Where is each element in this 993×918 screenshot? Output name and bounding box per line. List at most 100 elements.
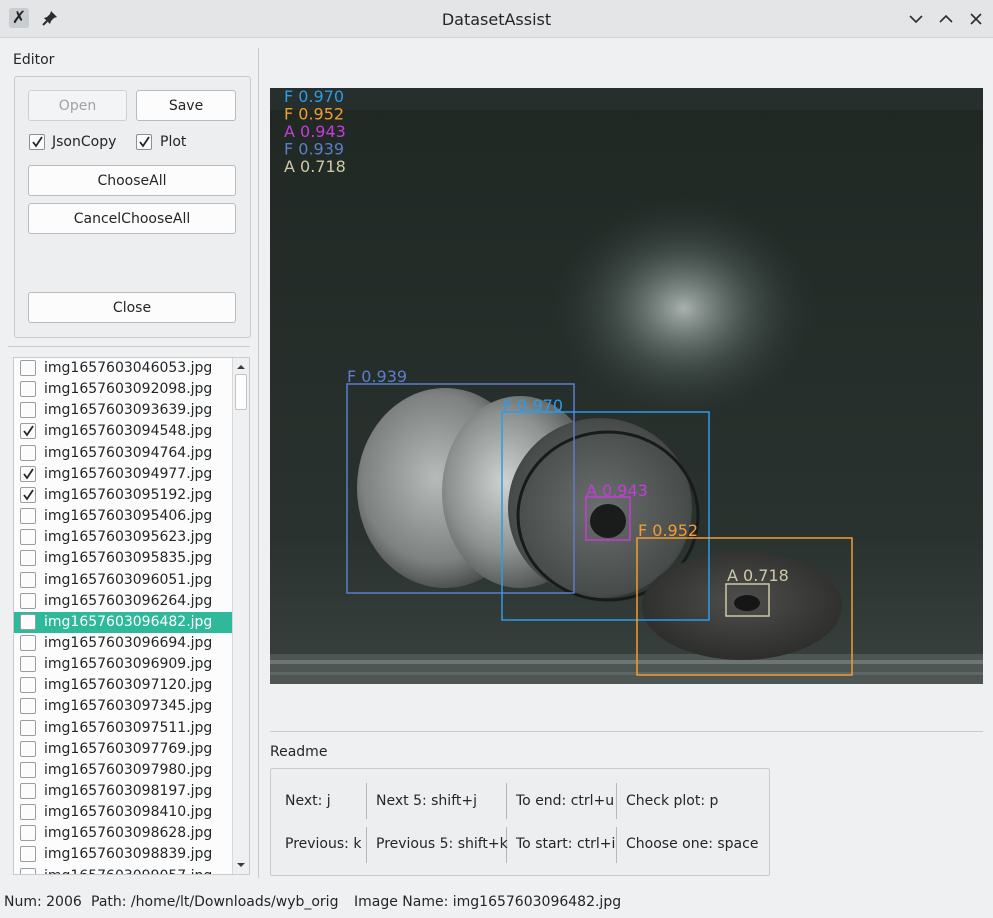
maximize-button[interactable] [936,9,956,29]
file-name: img1657603097511.jpg [44,719,213,736]
close-window-button[interactable] [966,9,986,29]
file-name: img1657603095406.jpg [44,508,213,525]
file-list-item[interactable]: img1657603094977.jpg [14,464,233,485]
file-name: img1657603098839.jpg [44,846,213,863]
file-name: img1657603097769.jpg [44,740,213,757]
scroll-down-icon[interactable] [236,860,246,870]
file-list-item[interactable]: img1657603097120.jpg [14,675,233,696]
file-checkbox[interactable] [20,740,36,757]
plot-label: Plot [160,134,187,150]
file-list-item[interactable]: img1657603096051.jpg [14,570,233,591]
file-list-item[interactable]: img1657603095192.jpg [14,485,233,506]
file-checkbox[interactable] [20,761,36,778]
file-checkbox[interactable] [20,698,36,715]
file-list-item[interactable]: img1657603046053.jpg [14,358,233,379]
file-list[interactable]: img1657603046053.jpg img1657603092098.jpg… [13,357,250,875]
readme-divider [616,783,617,819]
status-image-name: Image Name: img1657603096482.jpg [354,894,622,910]
legend-entry: F 0.952 [284,105,344,124]
file-list-scrollbar[interactable] [232,358,249,874]
detection-label: A 0.718 [727,566,789,585]
cancel-choose-all-button[interactable]: CancelChooseAll [28,203,236,234]
file-list-item[interactable]: img1657603098839.jpg [14,844,233,865]
file-list-item[interactable]: img1657603098628.jpg [14,823,233,844]
file-list-item[interactable]: img1657603094764.jpg [14,443,233,464]
detection-image: F 0.939F 0.970A 0.943F 0.952A 0.718 F 0.… [270,88,983,684]
file-name: img1657603094548.jpg [44,423,213,440]
readme-divider [616,827,617,863]
file-list-item[interactable]: img1657603097511.jpg [14,718,233,739]
close-button[interactable]: Close [28,292,236,323]
file-checkbox[interactable] [20,423,36,440]
editor-title: Editor [13,52,55,68]
file-list-item[interactable]: img1657603096264.jpg [14,591,233,612]
file-checkbox[interactable] [20,783,36,799]
scroll-up-icon[interactable] [236,362,246,372]
file-checkbox[interactable] [20,846,36,863]
file-list-item[interactable]: img1657603098410.jpg [14,802,233,823]
legend-entry: A 0.943 [284,122,346,141]
file-list-item[interactable]: img1657603095835.jpg [14,548,233,569]
shortcut-next: Next: j [285,793,331,809]
detection-label: F 0.952 [638,521,698,540]
panel-splitter[interactable] [258,48,259,878]
file-list-item[interactable]: img1657603096694.jpg [14,633,233,654]
file-list-item[interactable]: img1657603092098.jpg [14,379,233,400]
readme-divider [506,783,507,819]
file-list-item[interactable]: img1657603098197.jpg [14,781,233,802]
file-checkbox[interactable] [20,677,36,694]
shortcut-previous: Previous: k [285,836,362,852]
file-checkbox[interactable] [20,719,36,736]
file-checkbox[interactable] [20,825,36,842]
file-name: img1657603099057.jpg [44,868,212,874]
file-checkbox[interactable] [20,867,36,874]
file-list-item[interactable]: img1657603097980.jpg [14,760,233,781]
readme-divider [366,827,367,863]
image-view[interactable]: F 0.939 F 0.970 A 0.943 F 0.952 A 0.718 F 0.… [270,88,983,684]
file-name: img1657603096264.jpg [44,592,213,609]
file-checkbox[interactable] [20,804,36,821]
plot-checkbox[interactable] [136,134,152,150]
file-list-item[interactable]: img1657603095623.jpg [14,527,233,548]
file-checkbox[interactable] [20,444,36,461]
file-checkbox[interactable] [20,592,36,609]
file-list-item[interactable]: img1657603097769.jpg [14,739,233,760]
choose-all-button[interactable]: ChooseAll [28,165,236,196]
file-checkbox[interactable] [20,508,36,525]
file-checkbox[interactable] [20,465,36,482]
shortcut-check-plot: Check plot: p [626,793,719,809]
open-button[interactable]: Open [28,90,127,121]
minimize-button[interactable] [906,9,926,29]
file-list-item[interactable]: img1657603096482.jpg [14,611,233,633]
file-list-item[interactable]: img1657603097345.jpg [14,696,233,717]
file-name: img1657603096482.jpg [44,613,213,630]
file-checkbox[interactable] [20,550,36,567]
file-checkbox[interactable] [20,360,36,376]
image-divider [270,731,983,732]
jsoncopy-checkbox[interactable] [29,134,45,150]
file-checkbox[interactable] [20,656,36,673]
file-checkbox[interactable] [20,571,36,588]
status-path: Path: /home/lt/Downloads/wyb_orig [91,894,339,910]
file-name: img1657603095192.jpg [44,486,213,503]
file-checkbox[interactable] [20,529,36,546]
file-list-item[interactable]: img1657603099057.jpg [14,866,233,874]
file-list-item[interactable]: img1657603093639.jpg [14,400,233,421]
file-name: img1657603094764.jpg [44,444,213,461]
file-name: img1657603098628.jpg [44,825,213,842]
shortcut-to-start: To start: ctrl+i [516,836,616,852]
file-list-item[interactable]: img1657603094548.jpg [14,421,233,442]
file-checkbox[interactable] [20,613,36,630]
file-list-item[interactable]: img1657603095406.jpg [14,506,233,527]
file-name: img1657603098410.jpg [44,804,213,821]
file-checkbox[interactable] [20,402,36,419]
save-button[interactable]: Save [136,90,236,121]
file-list-item[interactable]: img1657603096909.jpg [14,654,233,675]
file-checkbox[interactable] [20,634,36,651]
file-name: img1657603095835.jpg [44,550,213,567]
window-title: DatasetAssist [441,10,552,29]
file-checkbox[interactable] [20,486,36,503]
file-checkbox[interactable] [20,381,36,398]
shortcut-next-5: Next 5: shift+j [376,793,477,809]
scroll-thumb[interactable] [235,374,247,410]
